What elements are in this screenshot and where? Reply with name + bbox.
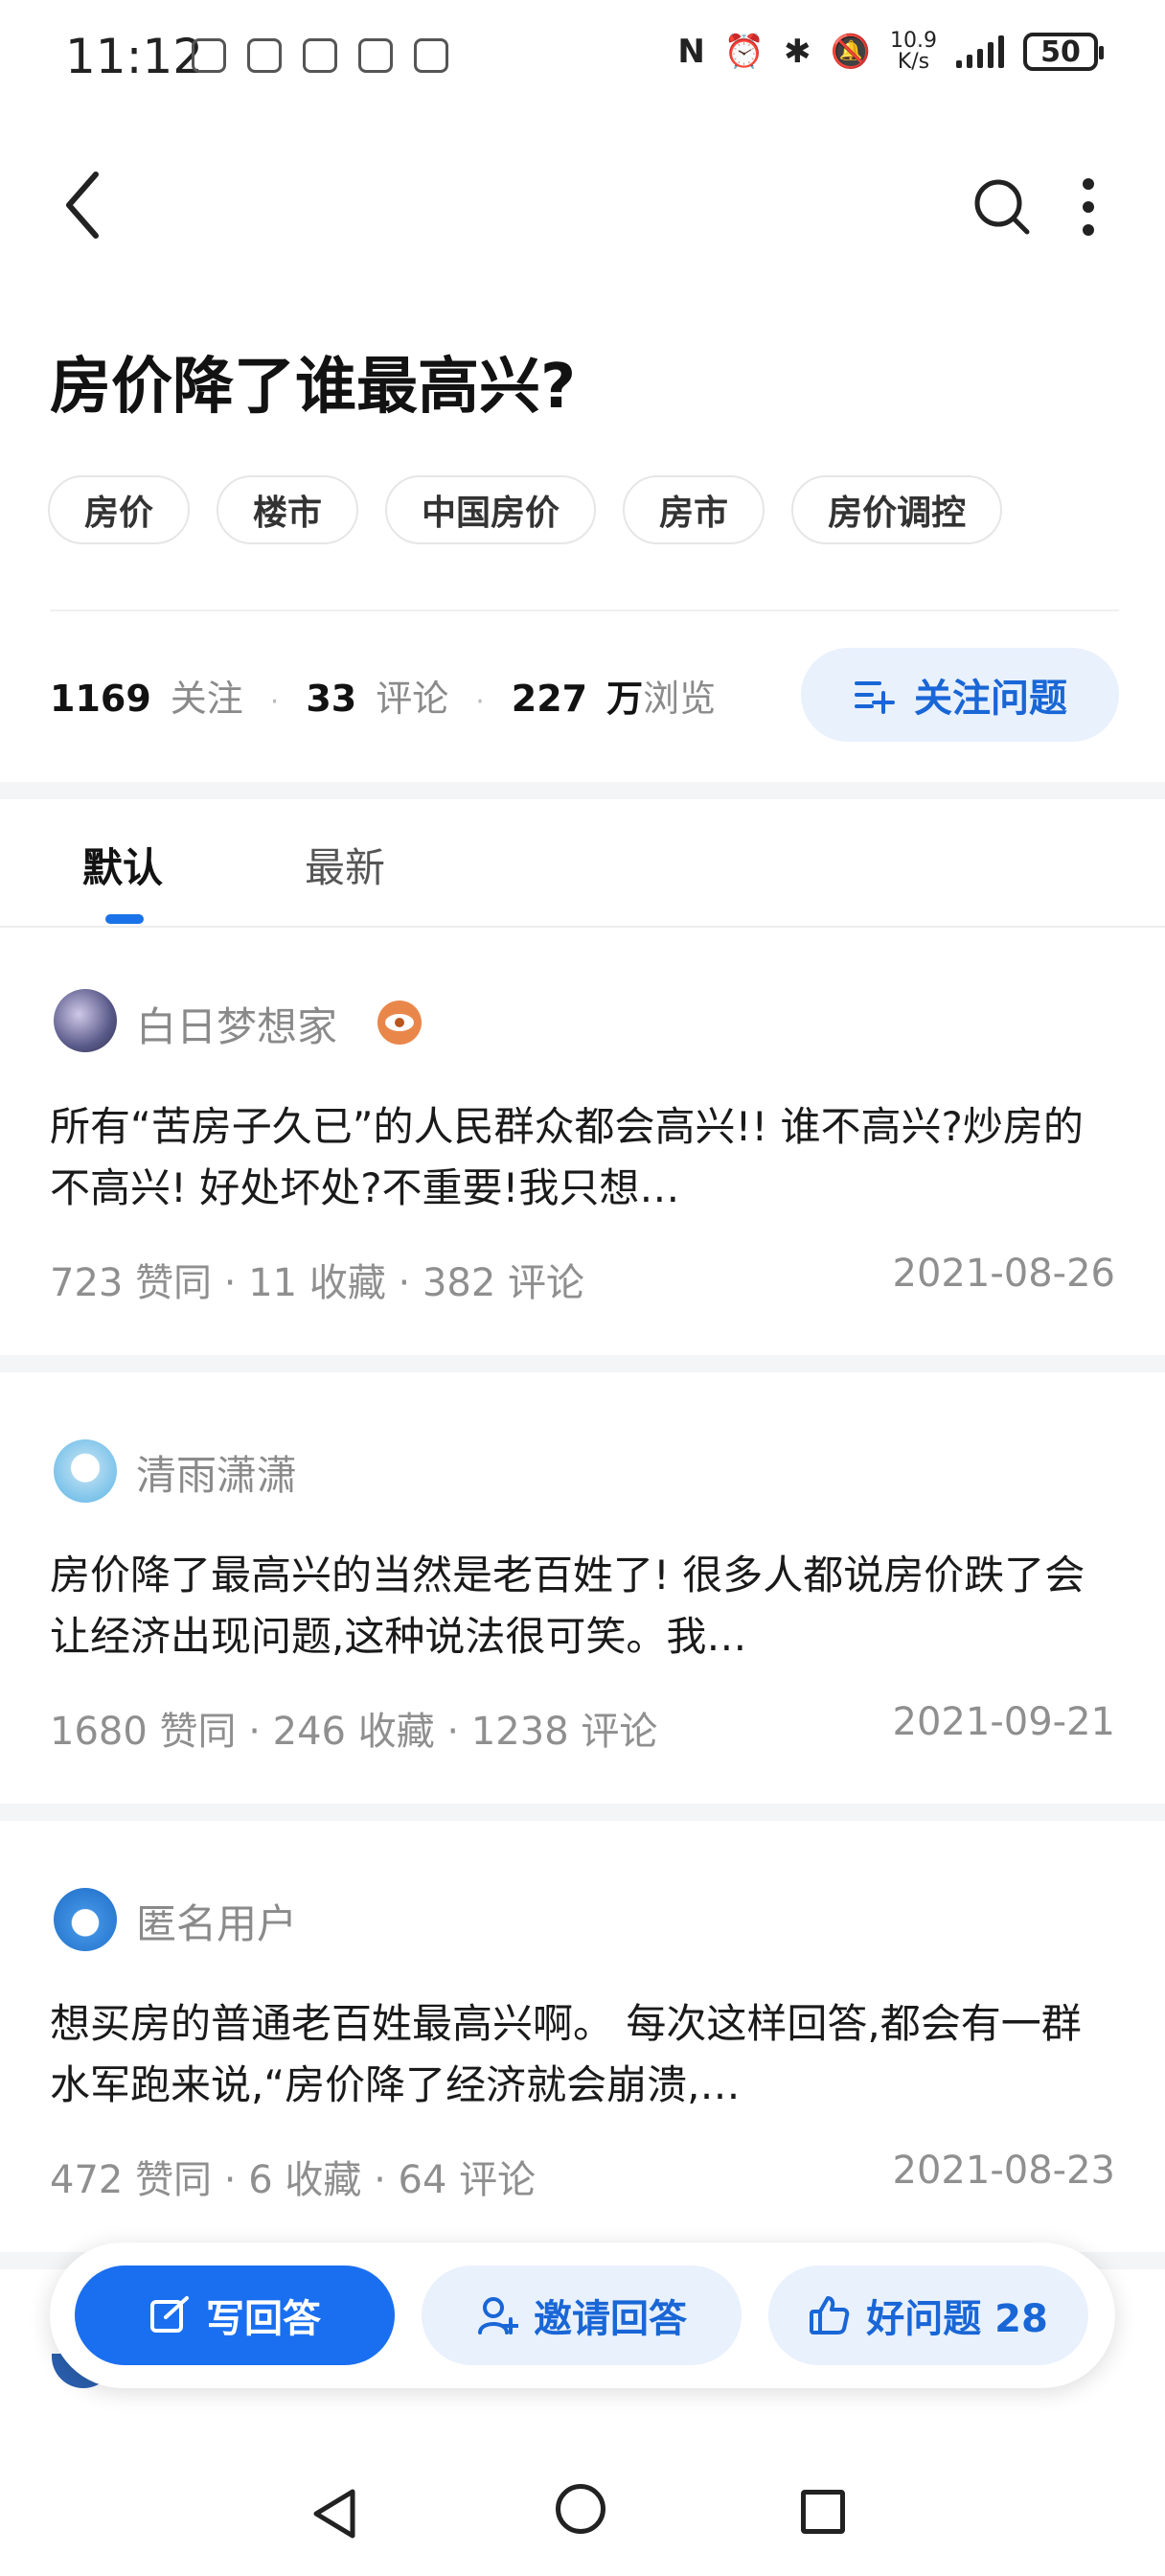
active-tab-indicator [105, 914, 144, 924]
topic-tag[interactable]: 房价 [48, 475, 191, 544]
chevron-left-icon [66, 172, 99, 239]
separator-dot: · [475, 685, 485, 719]
avatar[interactable] [54, 1439, 117, 1503]
bluetooth-icon: ✱ [784, 33, 811, 71]
tab-newest[interactable]: 最新 [305, 836, 385, 894]
speed-unit: K/s [897, 50, 930, 74]
section-gap [0, 782, 1165, 799]
edit-icon [150, 2296, 189, 2333]
answer-author[interactable]: 匿名用户 [136, 1892, 297, 1950]
signal-icon [956, 35, 1004, 68]
status-indicators: N ⏰ ✱ 🔕 10.9 K/s 50 [677, 31, 1104, 73]
mute-icon: 🔕 [830, 33, 872, 71]
battery-icon: 50 [1023, 33, 1104, 71]
views-label: 浏览 [643, 678, 717, 720]
answer-author[interactable]: 白日梦想家 [136, 995, 337, 1053]
follow-list-icon [855, 681, 895, 714]
question-stats: 1169 关注 · 33 评论 · 227 万 浏览 [50, 669, 716, 722]
invite-answer-label: 邀请回答 [534, 2297, 687, 2341]
nav-home-icon[interactable] [556, 2484, 605, 2534]
topic-tag[interactable]: 楼市 [217, 475, 359, 544]
answer-stats: 472 赞同 · 6 收藏 · 64 评论 [50, 2158, 537, 2202]
back-button[interactable] [56, 163, 113, 249]
followers-count: 1169 [50, 678, 151, 720]
avatar[interactable] [54, 989, 117, 1052]
topic-tag[interactable]: 房价调控 [791, 475, 1003, 544]
views-count: 227 [511, 678, 588, 720]
tab-default[interactable]: 默认 [82, 836, 163, 894]
search-button[interactable] [968, 172, 1035, 240]
comments-label: 评论 [376, 678, 449, 720]
separator-dot: · [269, 685, 280, 719]
invite-user-icon [478, 2297, 518, 2334]
network-speed: 10.9 K/s [890, 31, 937, 73]
answer-stats: 1680 赞同 · 246 收藏 · 1238 评论 [50, 1710, 658, 1754]
eye-badge-icon [377, 1000, 422, 1045]
tabs-divider [0, 926, 1165, 928]
follow-question-label: 关注问题 [914, 677, 1067, 721]
answer-date: 2021-08-26 [892, 1252, 1115, 1296]
speed-value: 10.9 [890, 29, 937, 53]
topic-tag[interactable]: 中国房价 [385, 475, 597, 544]
nav-back-icon[interactable] [308, 2486, 360, 2542]
good-question-label: 好问题 28 [866, 2297, 1048, 2341]
divider [50, 610, 1119, 611]
write-answer-button[interactable]: 写回答 [75, 2266, 395, 2365]
invite-answer-button[interactable]: 邀请回答 [422, 2266, 742, 2365]
alarm-icon: ⏰ [723, 33, 765, 71]
more-vertical-icon [1083, 178, 1094, 236]
thumbs-up-icon [810, 2296, 850, 2334]
answer-stats: 723 赞同 · 11 收藏 · 382 评论 [50, 1261, 585, 1305]
avatar[interactable] [54, 1888, 117, 1951]
search-notification-icon [247, 38, 282, 73]
more-options-button[interactable] [1073, 172, 1111, 249]
question-title: 房价降了谁最高兴? [50, 352, 577, 423]
answer-excerpt[interactable]: 想买房的普通老百姓最高兴啊。 每次这样回答,都会有一群水军跑来说,“房价降了经济… [50, 1993, 1119, 2116]
nav-recents-icon[interactable] [801, 2490, 845, 2534]
topic-tags: 房价 楼市 中国房价 房市 房价调控 [48, 475, 1003, 544]
nfc-icon: N [677, 33, 705, 71]
weather-notification-icon [414, 38, 448, 73]
status-time: 11:12 [65, 29, 204, 84]
comments-count: 33 [306, 678, 357, 720]
good-question-button[interactable]: 好问题 28 [768, 2266, 1088, 2365]
followers-label: 关注 [170, 678, 243, 720]
section-gap [0, 1355, 1165, 1372]
write-answer-label: 写回答 [206, 2297, 321, 2341]
answer-date: 2021-08-23 [892, 2149, 1115, 2193]
answer-date: 2021-09-21 [892, 1700, 1115, 1744]
cloud-notification-icon [303, 38, 337, 73]
answer-excerpt[interactable]: 房价降了最高兴的当然是老百姓了! 很多人都说房价跌了会让经济出现问题,这种说法很… [50, 1545, 1119, 1668]
answer-excerpt[interactable]: 所有“苦房子久已”的人民群众都会高兴!! 谁不高兴?炒房的不高兴! 好处坏处?不… [50, 1096, 1119, 1219]
section-gap [0, 1804, 1165, 1821]
search-icon [974, 179, 1030, 235]
topic-tag[interactable]: 房市 [623, 475, 765, 544]
basketball-notification-icon [358, 38, 393, 73]
views-unit: 万 [606, 678, 644, 720]
follow-question-button[interactable]: 关注问题 [801, 648, 1119, 742]
notification-icons [192, 38, 448, 73]
message-notification-icon [192, 38, 226, 73]
answer-author[interactable]: 清雨潇潇 [136, 1443, 297, 1502]
